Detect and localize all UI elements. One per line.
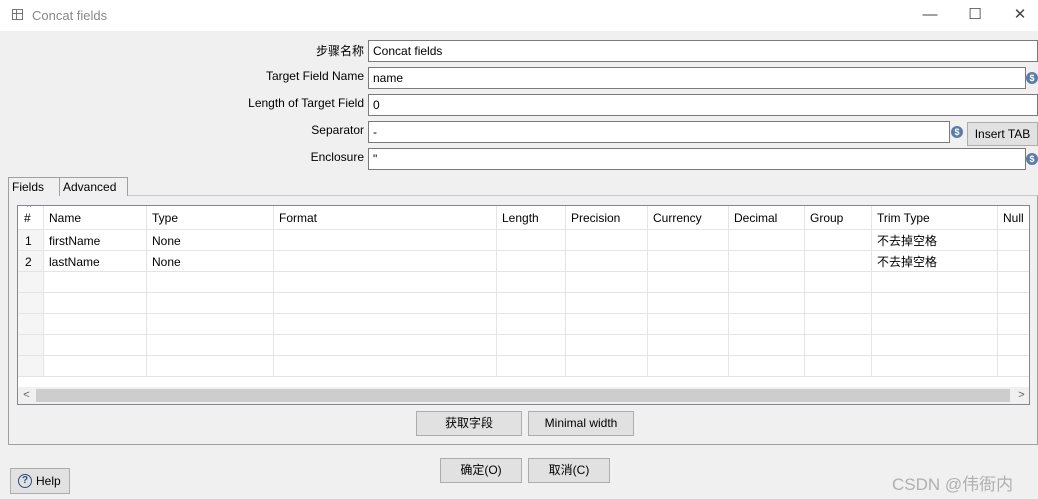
insert-tab-button[interactable]: Insert TAB [967, 122, 1038, 146]
minimal-width-button[interactable]: Minimal width [528, 411, 634, 436]
cell-currency[interactable] [648, 251, 729, 271]
cell-currency[interactable] [648, 230, 729, 250]
empty-row [18, 314, 1029, 335]
separator-label: Separator [311, 123, 364, 137]
table-row[interactable]: 2 lastName None 不去掉空格 [18, 251, 1029, 272]
fields-table: # Name Type Format Length Precision Curr… [17, 205, 1030, 405]
minimize-button[interactable]: — [910, 4, 950, 26]
cell-name[interactable]: lastName [44, 251, 147, 271]
step-name-input[interactable]: Concat fields [368, 40, 1038, 62]
target-field-input[interactable]: name [368, 67, 1026, 89]
column-header-precision[interactable]: Precision [566, 206, 648, 229]
column-header-group[interactable]: Group [805, 206, 872, 229]
window-title: Concat fields [32, 8, 108, 23]
cell-trim-type[interactable]: 不去掉空格 [872, 230, 998, 250]
variable-icon: $ [1026, 153, 1038, 165]
length-label: Length of Target Field [248, 96, 364, 110]
cell-group[interactable] [805, 251, 872, 271]
sort-indicator-icon: ^ [27, 205, 32, 212]
empty-row [18, 272, 1029, 293]
column-header-format[interactable]: Format [274, 206, 497, 229]
scroll-right-icon[interactable]: > [1013, 387, 1029, 404]
variable-icon: $ [951, 126, 963, 138]
target-field-label: Target Field Name [265, 69, 364, 83]
scrollbar-thumb[interactable] [36, 389, 1010, 402]
maximize-button[interactable]: ☐ [955, 4, 995, 26]
help-label: Help [36, 474, 61, 488]
table-row[interactable]: 1 firstName None 不去掉空格 [18, 230, 1029, 251]
scroll-left-icon[interactable]: < [18, 387, 35, 404]
row-index: 2 [18, 251, 44, 271]
cell-format[interactable] [274, 230, 497, 250]
enclosure-label: Enclosure [310, 150, 364, 164]
length-input[interactable]: 0 [368, 94, 1038, 116]
cancel-button[interactable]: 取消(C) [528, 458, 610, 483]
column-header-trim-type[interactable]: Trim Type [872, 206, 998, 229]
close-button[interactable]: ✕ [1000, 4, 1038, 26]
separator-input[interactable]: - [368, 121, 950, 143]
table-header-row: # Name Type Format Length Precision Curr… [18, 206, 1029, 230]
column-header-decimal[interactable]: Decimal [729, 206, 805, 229]
tab-fields[interactable]: Fields [8, 177, 60, 196]
cell-null[interactable] [998, 251, 1029, 271]
enclosure-input[interactable]: " [368, 148, 1026, 170]
title-bar: Concat fields — ☐ ✕ [0, 0, 1038, 31]
cell-decimal[interactable] [729, 251, 805, 271]
cell-null[interactable] [998, 230, 1029, 250]
horizontal-scrollbar[interactable]: < > [18, 387, 1029, 404]
empty-row [18, 293, 1029, 314]
column-header-length[interactable]: Length [497, 206, 566, 229]
cell-precision[interactable] [566, 230, 648, 250]
cell-type[interactable]: None [147, 251, 274, 271]
empty-row [18, 356, 1029, 377]
column-header-type[interactable]: Type [147, 206, 274, 229]
window-icon [12, 9, 23, 20]
help-icon: ? [18, 474, 32, 488]
column-header-currency[interactable]: Currency [648, 206, 729, 229]
tab-advanced[interactable]: Advanced [60, 177, 128, 196]
empty-row [18, 335, 1029, 356]
get-fields-button[interactable]: 获取字段 [416, 411, 522, 436]
cell-length[interactable] [497, 230, 566, 250]
cell-name[interactable]: firstName [44, 230, 147, 250]
watermark: CSDN @伟衙内 [892, 475, 1014, 494]
row-index: 1 [18, 230, 44, 250]
column-header-null[interactable]: Null [998, 206, 1029, 229]
cell-decimal[interactable] [729, 230, 805, 250]
cell-format[interactable] [274, 251, 497, 271]
step-name-label: 步骤名称 [315, 44, 364, 58]
cell-length[interactable] [497, 251, 566, 271]
cell-precision[interactable] [566, 251, 648, 271]
help-button[interactable]: ? Help [10, 468, 70, 494]
variable-icon: $ [1026, 72, 1038, 84]
ok-button[interactable]: 确定(O) [440, 458, 522, 483]
cell-group[interactable] [805, 230, 872, 250]
cell-type[interactable]: None [147, 230, 274, 250]
column-header-name[interactable]: Name [44, 206, 147, 229]
cell-trim-type[interactable]: 不去掉空格 [872, 251, 998, 271]
